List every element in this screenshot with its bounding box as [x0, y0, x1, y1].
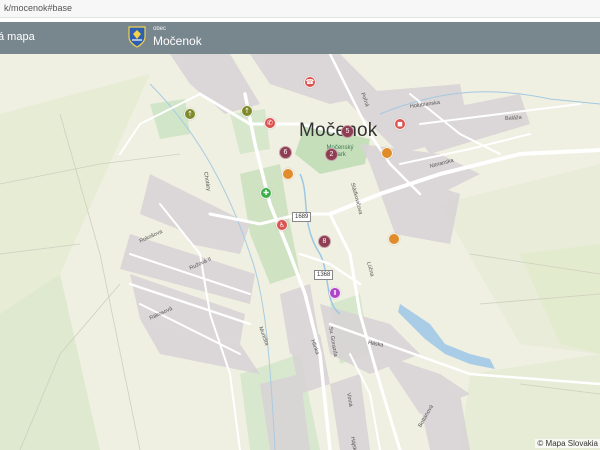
browser-url-bar[interactable]: k/mocenok#base: [0, 0, 600, 18]
street-label: Baláža: [504, 114, 522, 122]
municipality-name: Močenok: [153, 34, 202, 48]
poi-marker-icon[interactable]: [388, 233, 400, 245]
poi-marker-icon[interactable]: ☎: [304, 76, 316, 88]
poi-marker-icon[interactable]: ♿: [276, 219, 288, 231]
poi-marker-icon[interactable]: [381, 147, 393, 159]
road-number-1689: 1689: [292, 212, 312, 222]
marker-cluster[interactable]: 6: [279, 146, 292, 159]
map-menu-label[interactable]: á mapa: [0, 31, 35, 43]
road-number-1368: 1368: [314, 270, 334, 280]
poi-marker-icon[interactable]: ↑: [184, 108, 196, 120]
municipality-kind: obec: [153, 26, 167, 32]
marker-cluster[interactable]: 8: [318, 235, 331, 248]
poi-marker-icon[interactable]: ✆: [264, 117, 276, 129]
poi-marker-icon[interactable]: Ⅱ: [329, 287, 341, 299]
poi-marker-icon[interactable]: ◼: [394, 118, 406, 130]
pharmacy-icon[interactable]: ✚: [260, 187, 272, 199]
header-bar: á mapa obec Močenok: [0, 22, 600, 54]
map-canvas[interactable]: Močenok Močenský park 1689 1368 Poľná Ho…: [0, 54, 600, 450]
town-label: Močenok: [299, 120, 378, 141]
url-text[interactable]: k/mocenok#base: [4, 3, 72, 13]
base-map: [0, 54, 600, 450]
marker-cluster[interactable]: 2: [325, 148, 338, 161]
poi-marker-icon[interactable]: [282, 168, 294, 180]
marker-cluster[interactable]: 5: [341, 125, 354, 138]
poi-marker-icon[interactable]: ↑: [241, 105, 253, 117]
coat-of-arms-icon: [128, 26, 146, 48]
map-attribution[interactable]: © Mapa Slovakia: [535, 439, 600, 448]
